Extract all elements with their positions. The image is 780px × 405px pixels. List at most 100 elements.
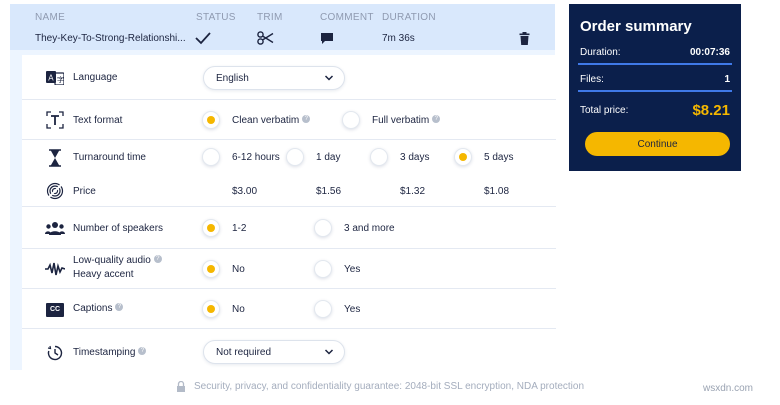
summary-divider (578, 63, 732, 65)
help-icon[interactable]: ? (432, 114, 441, 123)
option-label: 3 and more (344, 222, 395, 234)
radio-unselected[interactable] (202, 148, 220, 166)
option-label: 1-2 (232, 222, 247, 234)
language-label: Language (73, 72, 118, 83)
header-comment: COMMENT (320, 12, 374, 23)
help-icon[interactable]: ? (115, 303, 124, 311)
turnaround-row: Turnaround time 6-12 hours 1 day 3 days … (22, 140, 556, 207)
text-format-row: Text format Clean verbatim? Full verbati… (22, 100, 556, 140)
total-row: Total price: $8.21 (580, 100, 730, 120)
radio-selected[interactable] (202, 111, 220, 129)
radio-unselected[interactable] (286, 148, 304, 166)
radio-unselected[interactable] (314, 300, 332, 318)
option-full-verbatim[interactable]: Full verbatim? (342, 111, 441, 129)
hourglass-icon (45, 148, 65, 168)
svg-text:字: 字 (57, 75, 64, 84)
header-status: STATUS (196, 12, 236, 23)
option-3-and-more-speakers[interactable]: 3 and more (314, 219, 395, 237)
order-summary: Order summary Duration: 00:07:36 Files: … (569, 4, 741, 171)
security-text: Security, privacy, and confidentiality g… (194, 381, 585, 392)
option-audio-yes[interactable]: Yes (314, 260, 360, 278)
chevron-down-icon (324, 349, 334, 355)
help-icon[interactable]: ? (138, 347, 147, 355)
timestamping-select[interactable]: Not required (203, 340, 345, 364)
option-6-12-hours[interactable]: 6-12 hours (202, 148, 280, 166)
option-audio-no[interactable]: No (202, 260, 245, 278)
files-row: Files: 1 (580, 74, 730, 85)
timestamping-value: Not required (216, 346, 272, 358)
captions-icon: CC (45, 300, 65, 320)
radio-selected[interactable] (202, 219, 220, 237)
help-icon[interactable]: ? (153, 255, 162, 263)
people-icon (45, 218, 65, 238)
file-table: NAME STATUS TRIM COMMENT DURATION They-K… (10, 4, 555, 50)
captions-label: Captions? (73, 303, 124, 314)
captions-row: CC Captions? No Yes (22, 289, 556, 329)
chevron-down-icon (324, 75, 334, 81)
option-3-days[interactable]: 3 days (370, 148, 429, 166)
translate-icon: A字 (45, 68, 65, 88)
radio-unselected[interactable] (314, 219, 332, 237)
speakers-row: Number of speakers 1-2 3 and more (22, 207, 556, 249)
files-value: 1 (724, 74, 730, 85)
radio-unselected[interactable] (370, 148, 388, 166)
price-6-12-hours: $3.00 (232, 186, 258, 197)
total-label: Total price: (580, 104, 629, 116)
fingerprint-icon (45, 181, 65, 201)
option-label: Yes (344, 263, 361, 275)
checkmark-icon (195, 28, 211, 48)
text-format-label: Text format (73, 115, 123, 126)
radio-unselected[interactable] (314, 260, 332, 278)
order-summary-title: Order summary (580, 18, 692, 35)
option-label: No (232, 263, 245, 275)
option-label: 1 day (316, 151, 341, 163)
radio-selected[interactable] (454, 148, 472, 166)
option-1-2-speakers[interactable]: 1-2 (202, 219, 246, 237)
price-1-day: $1.56 (316, 186, 342, 197)
summary-divider (578, 90, 732, 92)
audio-quality-label: Low-quality audio? (73, 255, 162, 266)
language-value: English (216, 72, 249, 84)
header-name: NAME (35, 12, 66, 23)
svg-text:A: A (48, 74, 54, 83)
language-select[interactable]: English (203, 66, 345, 90)
files-label: Files: (580, 74, 604, 85)
file-name: They-Key-To-Strong-Relationshi... (35, 32, 186, 44)
price-label: Price (73, 186, 96, 197)
header-trim: TRIM (257, 12, 283, 23)
radio-unselected[interactable] (342, 111, 360, 129)
duration-label: Duration: (580, 47, 621, 58)
soundwave-icon (45, 259, 65, 279)
total-value: $8.21 (692, 101, 730, 119)
header-duration: DURATION (382, 12, 436, 23)
watermark: wsxdn.com (703, 383, 754, 394)
options-card: A字 Language English Text format Clean ve… (22, 55, 556, 371)
language-row: A字 Language English (22, 55, 556, 100)
option-1-day[interactable]: 1 day (286, 148, 340, 166)
timestamping-label: Timestamping? (73, 347, 147, 358)
radio-selected[interactable] (202, 260, 220, 278)
radio-selected[interactable] (202, 300, 220, 318)
option-clean-verbatim[interactable]: Clean verbatim? (202, 111, 311, 129)
option-label: 3 days (400, 151, 430, 163)
heavy-accent-label: Heavy accent (73, 269, 134, 280)
timer-icon (45, 343, 65, 363)
lock-icon (177, 381, 185, 392)
option-captions-no[interactable]: No (202, 300, 245, 318)
help-icon[interactable]: ? (302, 114, 311, 123)
comment-icon[interactable] (320, 28, 334, 48)
continue-button[interactable]: Continue (585, 132, 730, 156)
scissors-icon[interactable] (257, 28, 274, 48)
trash-icon[interactable] (519, 28, 530, 48)
order-options-panel: NAME STATUS TRIM COMMENT DURATION They-K… (10, 4, 556, 371)
option-label: Yes (344, 303, 361, 315)
timestamping-row: Timestamping? Not required (22, 329, 556, 371)
option-captions-yes[interactable]: Yes (314, 300, 360, 318)
option-5-days[interactable]: 5 days (454, 148, 513, 166)
price-3-days: $1.32 (400, 186, 426, 197)
price-5-days: $1.08 (484, 186, 510, 197)
option-label: 6-12 hours (232, 151, 280, 163)
option-label: Full verbatim? (372, 114, 441, 126)
turnaround-label: Turnaround time (73, 152, 146, 163)
duration-row: Duration: 00:07:36 (580, 47, 730, 58)
